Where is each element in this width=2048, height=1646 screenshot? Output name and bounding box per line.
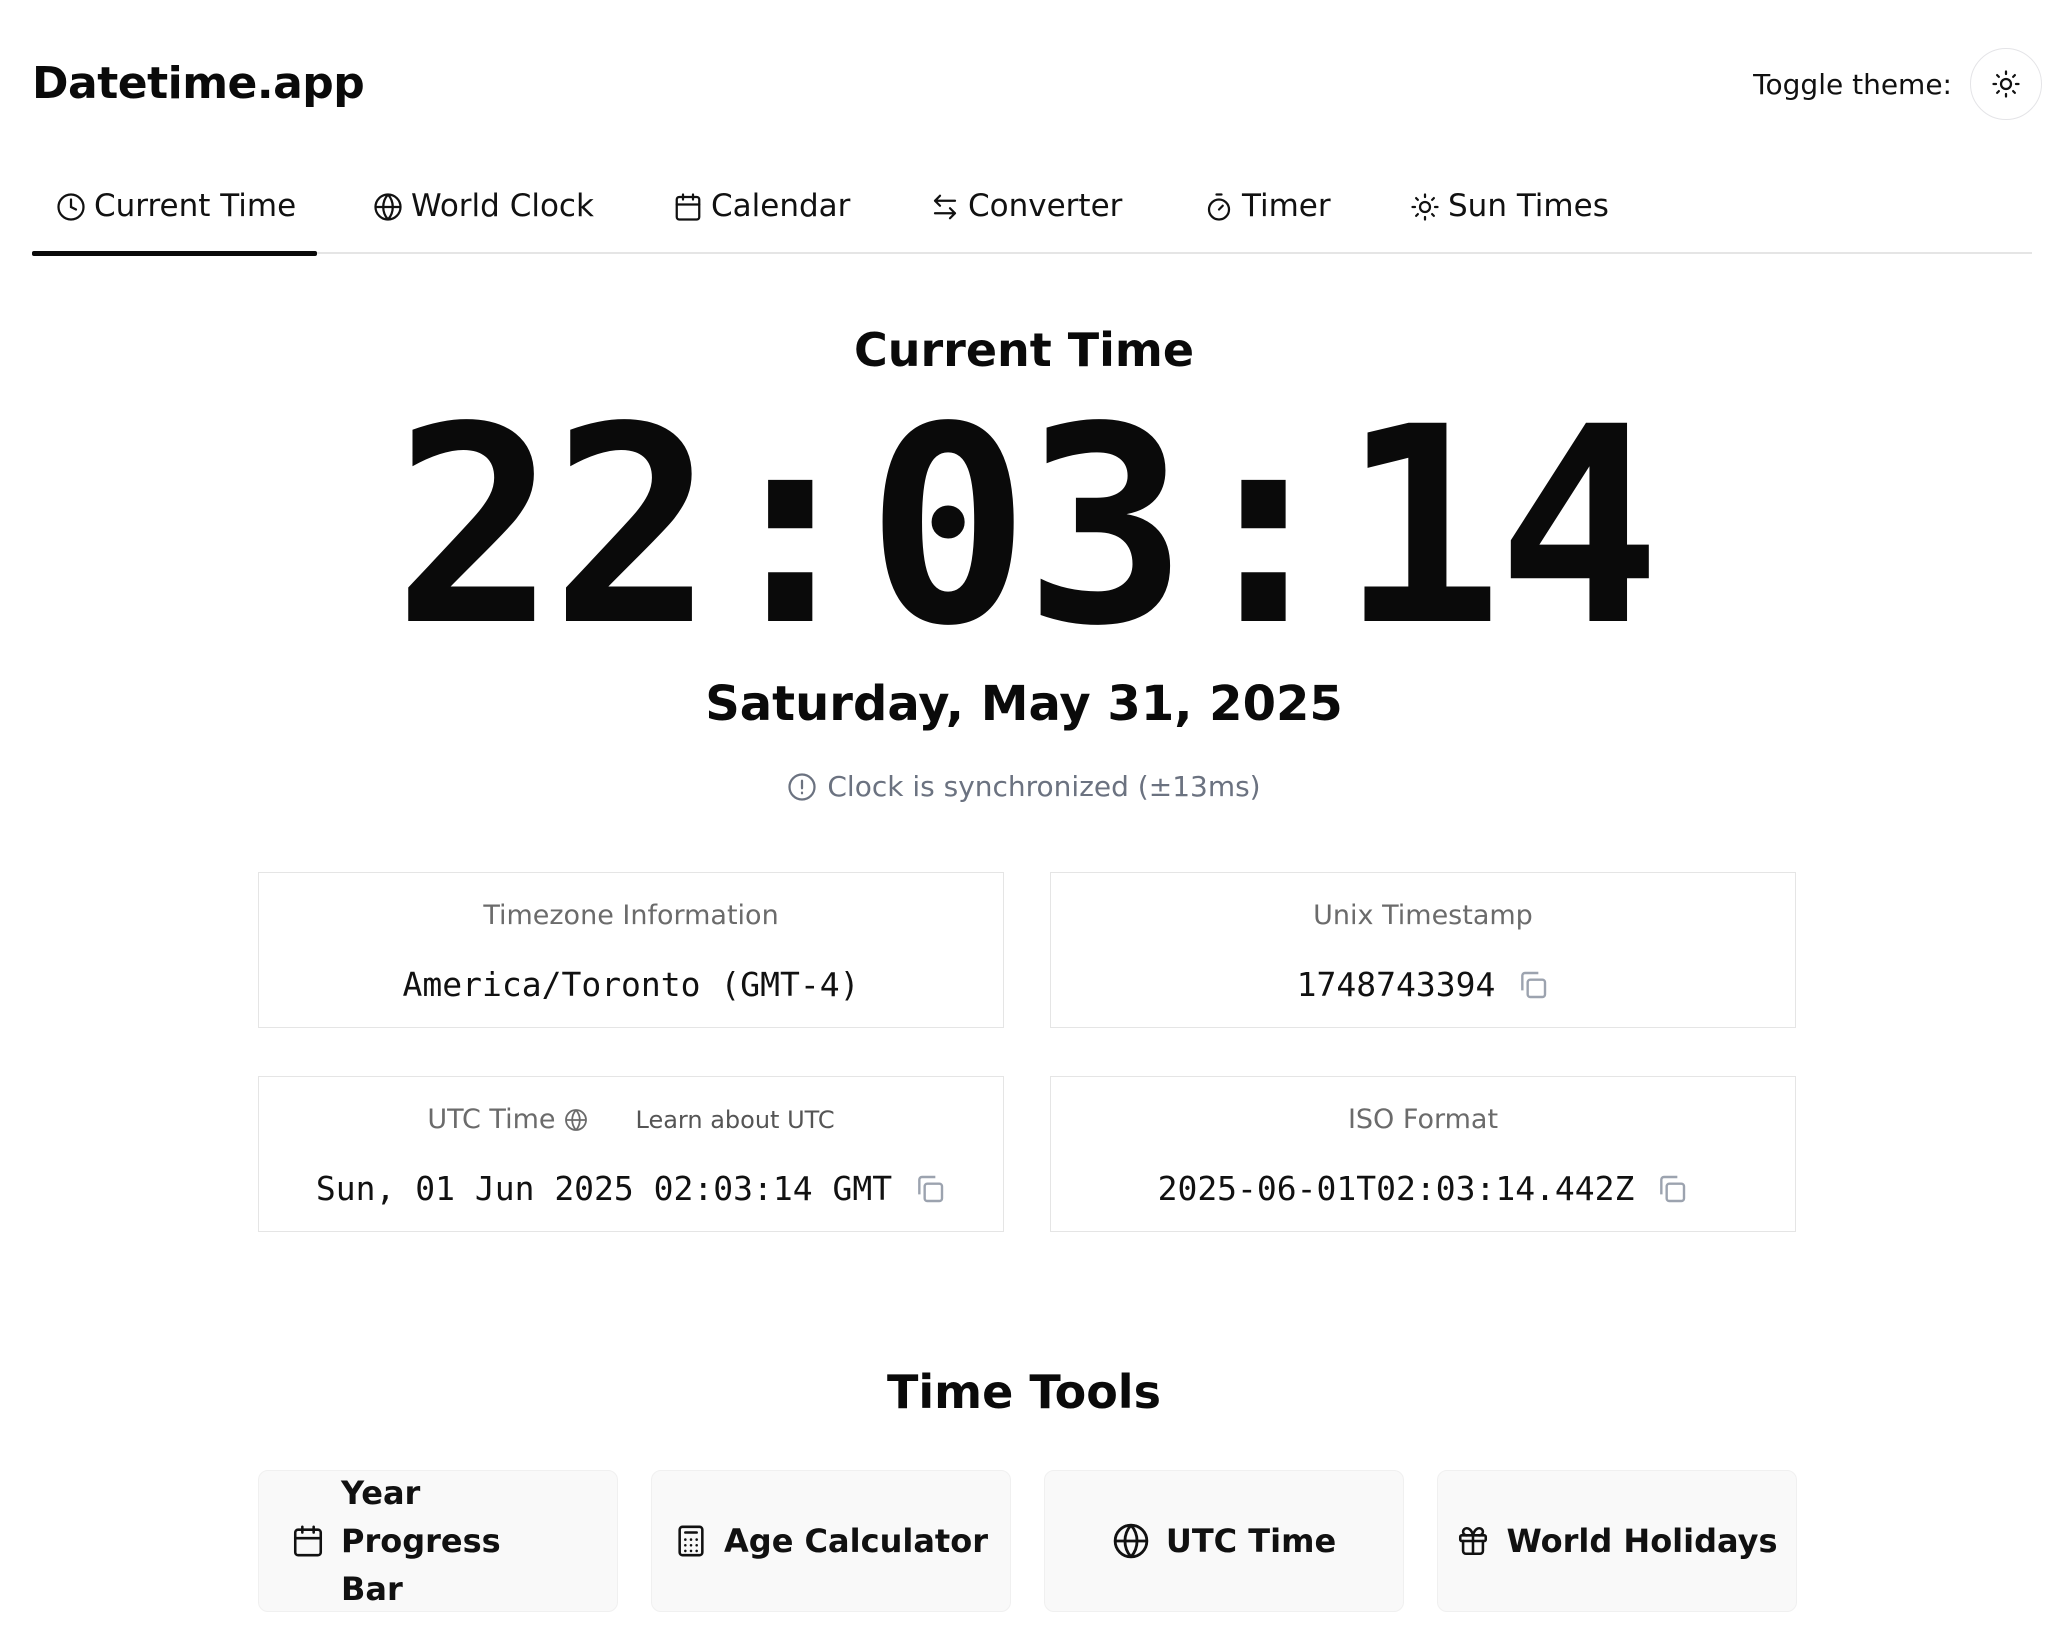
- tab-label: Calendar: [711, 188, 851, 224]
- sync-status-text: Clock is synchronized (±13ms): [827, 770, 1261, 803]
- timezone-label: Timezone Information: [483, 900, 779, 931]
- tool-world-holidays[interactable]: World Holidays: [1437, 1470, 1797, 1612]
- tool-utc-time[interactable]: UTC Time: [1044, 1470, 1404, 1612]
- copy-icon[interactable]: [1517, 969, 1549, 1001]
- tab-label: Sun Times: [1448, 188, 1609, 224]
- tool-label: UTC Time: [1165, 1522, 1337, 1560]
- calendar-icon: [291, 1524, 325, 1558]
- tool-label: World Holidays: [1506, 1522, 1778, 1560]
- iso-format-label: ISO Format: [1347, 1104, 1499, 1135]
- tool-age-calculator[interactable]: Age Calculator: [651, 1470, 1011, 1612]
- tab-converter[interactable]: Converter: [930, 178, 1122, 254]
- timezone-value: America/Toronto (GMT-4): [402, 965, 860, 1004]
- tab-sun-times[interactable]: Sun Times: [1410, 178, 1609, 254]
- sun-icon: [1991, 69, 2021, 99]
- globe-icon: [564, 1108, 588, 1132]
- unix-timestamp-card: Unix Timestamp 1748743394: [1050, 872, 1796, 1028]
- utc-time-card: UTC Time Learn about UTC Sun, 01 Jun 202…: [258, 1076, 1004, 1232]
- unix-timestamp-value: 1748743394: [1296, 965, 1496, 1004]
- globe-icon: [373, 188, 403, 222]
- iso-format-value: 2025-06-01T02:03:14.442Z: [1157, 1169, 1635, 1208]
- tab-label: World Clock: [411, 188, 594, 224]
- sun-icon: [1410, 188, 1440, 222]
- globe-icon: [1112, 1522, 1150, 1560]
- tab-current-time[interactable]: Current Time: [32, 178, 317, 256]
- toggle-theme-button[interactable]: [1970, 48, 2042, 120]
- tool-label: Year Progress Bar: [341, 1474, 501, 1608]
- section-title-time-tools: Time Tools: [887, 1365, 1161, 1419]
- swap-arrows-icon: [930, 188, 960, 222]
- tab-world-clock[interactable]: World Clock: [373, 178, 594, 254]
- brand-logo[interactable]: Datetime.app: [32, 56, 365, 112]
- calendar-icon: [673, 188, 703, 222]
- tab-label: Converter: [968, 188, 1123, 224]
- iso-format-card: ISO Format 2025-06-01T02:03:14.442Z: [1050, 1076, 1796, 1232]
- utc-time-value: Sun, 01 Jun 2025 02:03:14 GMT: [315, 1169, 893, 1208]
- learn-about-utc-link[interactable]: Learn about UTC: [636, 1103, 835, 1137]
- copy-icon[interactable]: [914, 1173, 946, 1205]
- clock-icon: [56, 188, 86, 222]
- toggle-theme-label: Toggle theme:: [1753, 68, 1952, 101]
- current-date: Saturday, May 31, 2025: [705, 676, 1343, 732]
- copy-icon[interactable]: [1656, 1173, 1688, 1205]
- tab-label: Timer: [1242, 188, 1331, 224]
- tab-label: Current Time: [94, 188, 297, 224]
- stopwatch-icon: [1204, 188, 1234, 222]
- unix-timestamp-label: Unix Timestamp: [1313, 900, 1533, 931]
- tool-year-progress-bar[interactable]: Year Progress Bar: [258, 1470, 618, 1612]
- big-clock: 22:03:14: [392, 370, 1661, 686]
- tab-calendar[interactable]: Calendar: [673, 178, 850, 254]
- tab-bar: Current Time World Clock Calendar Conver…: [32, 178, 2032, 256]
- calculator-icon: [674, 1524, 708, 1558]
- tool-label: Age Calculator: [724, 1522, 988, 1560]
- utc-time-label: UTC Time: [427, 1104, 556, 1135]
- timezone-card: Timezone Information America/Toronto (GM…: [258, 872, 1004, 1028]
- sync-status: Clock is synchronized (±13ms): [0, 770, 2048, 803]
- gift-icon: [1456, 1524, 1490, 1558]
- tab-timer[interactable]: Timer: [1204, 178, 1331, 254]
- info-circle-icon: [787, 772, 817, 802]
